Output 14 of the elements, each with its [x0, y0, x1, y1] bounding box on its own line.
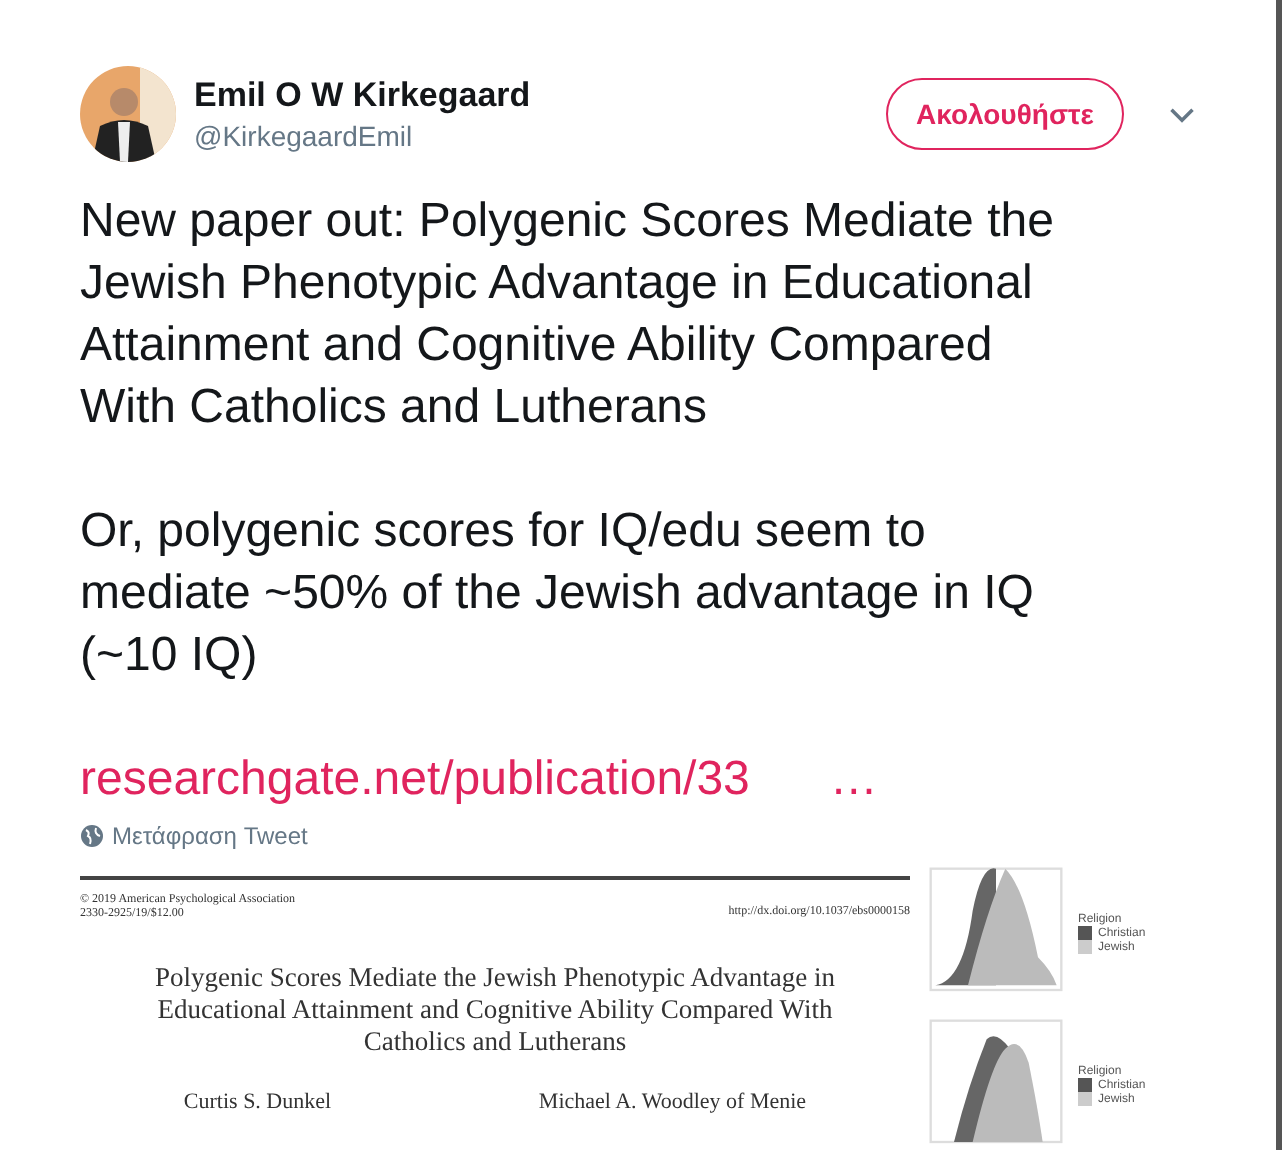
translate-link[interactable]: Μετάφραση Tweet	[112, 822, 308, 850]
paper-title: Polygenic Scores Mediate the Jewish Phenotypic Advantage in Educational Attainment and Cognitive Ability Compared With Catholics and Lutherans	[152, 962, 838, 1058]
author-name[interactable]: Emil O W Kirkegaard	[194, 74, 864, 118]
globe-icon[interactable]	[80, 824, 104, 848]
tweet-text: Or, polygenic scores for IQ/edu seem to mediate ~50% of the Jewish advantage in IQ (~10 IQ)	[80, 502, 1036, 686]
author-text: Michael A. Woodley of Menie	[538, 1090, 807, 1116]
author-handle[interactable]: @KirkegaardEmil	[194, 118, 864, 154]
chevron-down-icon[interactable]	[1167, 105, 1196, 123]
link[interactable]: researchgate.net/publication/33	[80, 752, 750, 808]
follow-button[interactable]: Ακολουθήστε	[886, 78, 1124, 150]
link-ellipsis[interactable]: …	[829, 752, 878, 808]
tweet-text: New paper out: Polygenic Scores Mediate the Jewish Phenotypic Advantage in Educational Attainment and Cognitive Ability Compared With Catholics and Lutherans	[80, 192, 1056, 438]
avatar[interactable]	[80, 66, 176, 162]
author-text: Curtis S. Dunkel	[183, 1090, 332, 1116]
